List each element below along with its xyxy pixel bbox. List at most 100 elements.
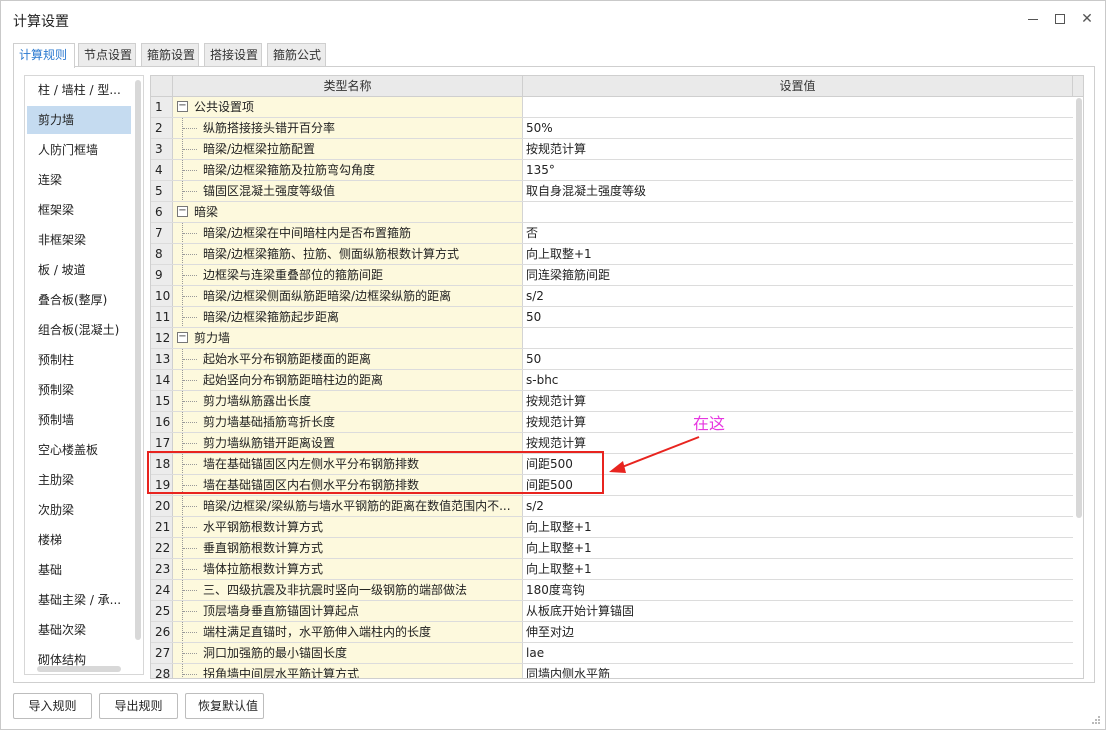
type-name-cell[interactable]: 水平钢筋根数计算方式: [173, 517, 523, 537]
setting-value-cell[interactable]: 向上取整+1: [523, 517, 1073, 537]
minus-box-icon[interactable]: −: [177, 332, 188, 343]
type-name-cell[interactable]: 洞口加强筋的最小锚固长度: [173, 643, 523, 663]
type-name-cell[interactable]: 顶层墙身垂直筋锚固计算起点: [173, 601, 523, 621]
grid-vertical-scrollbar[interactable]: [1076, 98, 1082, 518]
table-row[interactable]: 22 垂直钢筋根数计算方式 向上取整+1: [151, 538, 1073, 559]
component-list[interactable]: 柱 / 墙柱 / 型... 剪力墙 人防门框墙 连梁 框架梁 非框架梁板 / 坡道 叠合板(…: [24, 75, 144, 675]
setting-value-cell[interactable]: lae: [523, 643, 1073, 663]
sidebar-item[interactable]: 楼梯: [27, 526, 131, 554]
setting-value-cell[interactable]: 按规范计算: [523, 139, 1073, 159]
sidebar-item[interactable]: 柱 / 墙柱 / 型...: [27, 76, 131, 104]
setting-value-cell[interactable]: 向上取整+1: [523, 244, 1073, 264]
type-name-cell[interactable]: 起始水平分布钢筋距楼面的距离: [173, 349, 523, 369]
type-name-cell[interactable]: 端柱满足直锚时，水平筋伸入端柱内的长度: [173, 622, 523, 642]
sidebar-item[interactable]: 预制墙: [27, 406, 131, 434]
sidebar-item[interactable]: 连梁: [27, 166, 131, 194]
minus-box-icon[interactable]: −: [177, 101, 188, 112]
table-row[interactable]: 4 暗梁/边框梁箍筋及拉筋弯勾角度 135°: [151, 160, 1073, 181]
sidebar-item[interactable]: 预制柱: [27, 346, 131, 374]
maximize-icon[interactable]: [1050, 9, 1070, 29]
setting-value-cell[interactable]: 间距500: [523, 454, 1073, 474]
setting-value-cell[interactable]: 间距500: [523, 475, 1073, 495]
export-rules-button[interactable]: 导出规则: [99, 693, 178, 719]
type-name-cell[interactable]: 剪力墙纵筋露出长度: [173, 391, 523, 411]
table-row[interactable]: 21 水平钢筋根数计算方式 向上取整+1: [151, 517, 1073, 538]
setting-value-cell[interactable]: [523, 202, 1073, 222]
type-name-cell[interactable]: 暗梁/边框梁箍筋及拉筋弯勾角度: [173, 160, 523, 180]
sidebar-item[interactable]: 板 / 坡道: [27, 256, 131, 284]
setting-value-cell[interactable]: 伸至对边: [523, 622, 1073, 642]
group-row[interactable]: 1− 公共设置项: [151, 97, 1073, 118]
setting-value-cell[interactable]: 135°: [523, 160, 1073, 180]
group-row[interactable]: 12− 剪力墙: [151, 328, 1073, 349]
type-name-cell[interactable]: 垂直钢筋根数计算方式: [173, 538, 523, 558]
setting-value-cell[interactable]: 否: [523, 223, 1073, 243]
table-row[interactable]: 14 起始竖向分布钢筋距暗柱边的距离 s-bhc: [151, 370, 1073, 391]
sidebar-item[interactable]: 叠合板(整厚): [27, 286, 131, 314]
tab-calc-rules[interactable]: 计算规则: [13, 43, 75, 68]
header-type-name[interactable]: 类型名称: [173, 76, 523, 97]
type-name-cell[interactable]: 剪力墙纵筋错开距离设置: [173, 433, 523, 453]
table-row[interactable]: 23 墙体拉筋根数计算方式 向上取整+1: [151, 559, 1073, 580]
header-setting-value[interactable]: 设置值: [523, 76, 1073, 97]
sidebar-item[interactable]: 主肋梁: [27, 466, 131, 494]
sidebar-item[interactable]: 基础主梁 / 承...: [27, 586, 131, 614]
setting-value-cell[interactable]: s/2: [523, 286, 1073, 306]
table-row[interactable]: 11 暗梁/边框梁箍筋起步距离 50: [151, 307, 1073, 328]
group-row[interactable]: 6− 暗梁: [151, 202, 1073, 223]
setting-value-cell[interactable]: 同墙内侧水平筋: [523, 664, 1073, 678]
table-row[interactable]: 28 拐角墙中间层水平筋计算方式 同墙内侧水平筋: [151, 664, 1073, 678]
sidebar-item[interactable]: 剪力墙: [27, 106, 131, 134]
table-row[interactable]: 10 暗梁/边框梁侧面纵筋距暗梁/边框梁纵筋的距离 s/2: [151, 286, 1073, 307]
table-row[interactable]: 9 边框梁与连梁重叠部位的箍筋间距 同连梁箍筋间距: [151, 265, 1073, 286]
type-name-cell[interactable]: 三、四级抗震及非抗震时竖向一级钢筋的端部做法: [173, 580, 523, 600]
type-name-cell[interactable]: 起始竖向分布钢筋距暗柱边的距离: [173, 370, 523, 390]
type-name-cell[interactable]: 墙体拉筋根数计算方式: [173, 559, 523, 579]
setting-value-cell[interactable]: 向上取整+1: [523, 559, 1073, 579]
table-row[interactable]: 7 暗梁/边框梁在中间暗柱内是否布置箍筋 否: [151, 223, 1073, 244]
type-name-cell[interactable]: 拐角墙中间层水平筋计算方式: [173, 664, 523, 678]
setting-value-cell[interactable]: 向上取整+1: [523, 538, 1073, 558]
table-row[interactable]: 25 顶层墙身垂直筋锚固计算起点 从板底开始计算锚固: [151, 601, 1073, 622]
setting-value-cell[interactable]: [523, 328, 1073, 348]
tab-stirrup-settings[interactable]: 箍筋设置: [141, 43, 199, 67]
table-row[interactable]: 15 剪力墙纵筋露出长度 按规范计算: [151, 391, 1073, 412]
import-rules-button[interactable]: 导入规则: [13, 693, 92, 719]
table-row[interactable]: 27 洞口加强筋的最小锚固长度 lae: [151, 643, 1073, 664]
sidebar-item[interactable]: 非框架梁: [27, 226, 131, 254]
type-name-cell[interactable]: − 暗梁: [173, 202, 523, 222]
sidebar-item[interactable]: 人防门框墙: [27, 136, 131, 164]
type-name-cell[interactable]: 暗梁/边框梁箍筋起步距离: [173, 307, 523, 327]
type-name-cell[interactable]: 暗梁/边框梁侧面纵筋距暗梁/边框梁纵筋的距离: [173, 286, 523, 306]
type-name-cell[interactable]: − 公共设置项: [173, 97, 523, 117]
sidebar-item[interactable]: 基础次梁: [27, 616, 131, 644]
tab-lap-settings[interactable]: 搭接设置: [204, 43, 262, 67]
type-name-cell[interactable]: 锚固区混凝土强度等级值: [173, 181, 523, 201]
table-row[interactable]: 5 锚固区混凝土强度等级值 取自身混凝土强度等级: [151, 181, 1073, 202]
sidebar-item[interactable]: 砌体结构: [27, 646, 131, 674]
type-name-cell[interactable]: 暗梁/边框梁拉筋配置: [173, 139, 523, 159]
table-row[interactable]: 2 纵筋搭接接头错开百分率 50%: [151, 118, 1073, 139]
table-row[interactable]: 16 剪力墙基础插筋弯折长度 按规范计算: [151, 412, 1073, 433]
table-row[interactable]: 26 端柱满足直锚时，水平筋伸入端柱内的长度 伸至对边: [151, 622, 1073, 643]
setting-value-cell[interactable]: 按规范计算: [523, 412, 1073, 432]
setting-value-cell[interactable]: 50: [523, 349, 1073, 369]
type-name-cell[interactable]: 边框梁与连梁重叠部位的箍筋间距: [173, 265, 523, 285]
resize-grip-icon[interactable]: [1091, 715, 1101, 725]
sidebar-item[interactable]: 空心楼盖板: [27, 436, 131, 464]
minus-box-icon[interactable]: −: [177, 206, 188, 217]
type-name-cell[interactable]: 暗梁/边框梁在中间暗柱内是否布置箍筋: [173, 223, 523, 243]
sidebar-item[interactable]: 组合板(混凝土): [27, 316, 131, 344]
list-vertical-scrollbar[interactable]: [135, 80, 141, 640]
sidebar-item[interactable]: 框架梁: [27, 196, 131, 224]
table-row[interactable]: 20 暗梁/边框梁/梁纵筋与墙水平钢筋的距离在数值范围内不... s/2: [151, 496, 1073, 517]
restore-defaults-button[interactable]: 恢复默认值: [185, 693, 264, 719]
setting-value-cell[interactable]: 50%: [523, 118, 1073, 138]
type-name-cell[interactable]: 暗梁/边框梁/梁纵筋与墙水平钢筋的距离在数值范围内不...: [173, 496, 523, 516]
setting-value-cell[interactable]: 按规范计算: [523, 433, 1073, 453]
type-name-cell[interactable]: 纵筋搭接接头错开百分率: [173, 118, 523, 138]
setting-value-cell[interactable]: 取自身混凝土强度等级: [523, 181, 1073, 201]
tab-stirrup-formula[interactable]: 箍筋公式: [267, 43, 326, 67]
type-name-cell[interactable]: 剪力墙基础插筋弯折长度: [173, 412, 523, 432]
table-row[interactable]: 3 暗梁/边框梁拉筋配置 按规范计算: [151, 139, 1073, 160]
